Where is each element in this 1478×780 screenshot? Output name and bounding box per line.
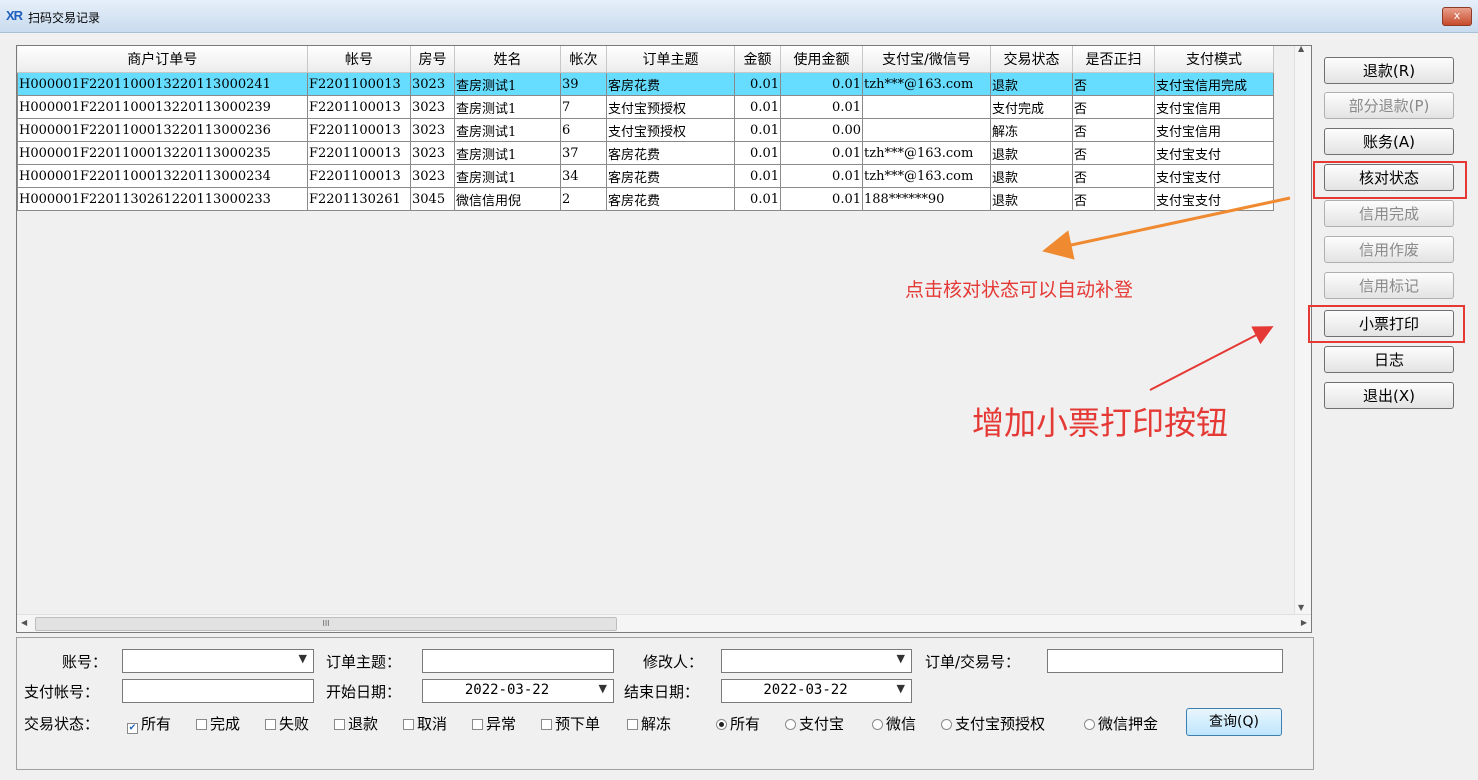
- order-txn-label: 订单/交易号：: [925, 653, 1021, 671]
- pay-option-wechat[interactable]: 微信: [872, 713, 916, 734]
- pay-option-wechat-deposit[interactable]: 微信押金: [1084, 713, 1158, 734]
- status-label: 交易状态：: [24, 715, 100, 733]
- radio-icon: [872, 719, 883, 730]
- modifier-combo[interactable]: ▼: [721, 649, 912, 673]
- checkbox-icon: [472, 719, 483, 730]
- start-date-picker[interactable]: 2022-03-22 ▼: [422, 679, 614, 703]
- radio-icon: [941, 719, 952, 730]
- order-txn-input[interactable]: [1047, 649, 1283, 673]
- pay-option-alipay-preauth[interactable]: 支付宝预授权: [941, 713, 1045, 734]
- pay-account-input[interactable]: [122, 679, 314, 703]
- checkbox-icon: [265, 719, 276, 730]
- checkbox-icon: [334, 719, 345, 730]
- status-option-unfreeze[interactable]: 解冻: [627, 713, 671, 734]
- status-option-preorder[interactable]: 预下单: [541, 713, 600, 734]
- end-date-label: 结束日期：: [624, 683, 700, 701]
- radio-icon: [1084, 719, 1095, 730]
- pay-account-label: 支付帐号：: [24, 683, 100, 701]
- checkbox-icon: [627, 719, 638, 730]
- status-option-complete[interactable]: 完成: [196, 713, 240, 734]
- status-option-failed[interactable]: 失败: [265, 713, 309, 734]
- status-option-all[interactable]: ✔ 所有: [127, 713, 171, 734]
- start-date-value: 2022-03-22: [464, 682, 550, 698]
- query-button[interactable]: 查询(Q): [1186, 708, 1282, 736]
- radio-selected-icon: [716, 719, 727, 730]
- status-option-cancel[interactable]: 取消: [403, 713, 447, 734]
- modifier-label: 修改人：: [643, 653, 704, 671]
- chevron-down-icon: ▼: [896, 652, 905, 665]
- chevron-down-icon: ▼: [298, 652, 307, 665]
- order-subject-label: 订单主题：: [326, 653, 402, 671]
- order-subject-input[interactable]: [422, 649, 614, 673]
- annotation-headline: 增加小票打印按钮: [972, 404, 1229, 442]
- end-date-value: 2022-03-22: [763, 682, 848, 698]
- arrow-to-receipt-button: [1149, 326, 1274, 391]
- end-date-picker[interactable]: 2022-03-22 ▼: [721, 679, 912, 703]
- account-label: 账号：: [62, 653, 108, 671]
- annotation-hint: 点击核对状态可以自动补登: [905, 279, 1134, 301]
- pay-option-all[interactable]: 所有: [716, 713, 760, 734]
- radio-icon: [785, 719, 796, 730]
- checkbox-icon: [403, 719, 414, 730]
- checkbox-checked-icon: ✔: [127, 723, 138, 734]
- pay-option-alipay[interactable]: 支付宝: [785, 713, 844, 734]
- chevron-down-icon: ▼: [598, 682, 607, 695]
- checkbox-icon: [196, 719, 207, 730]
- arrow-to-hint: [1042, 196, 1291, 260]
- status-option-abnormal[interactable]: 异常: [472, 713, 516, 734]
- checkbox-icon: [541, 719, 552, 730]
- status-option-refund[interactable]: 退款: [334, 713, 378, 734]
- start-date-label: 开始日期：: [326, 683, 402, 701]
- account-combo[interactable]: ▼: [122, 649, 314, 673]
- chevron-down-icon: ▼: [896, 682, 905, 695]
